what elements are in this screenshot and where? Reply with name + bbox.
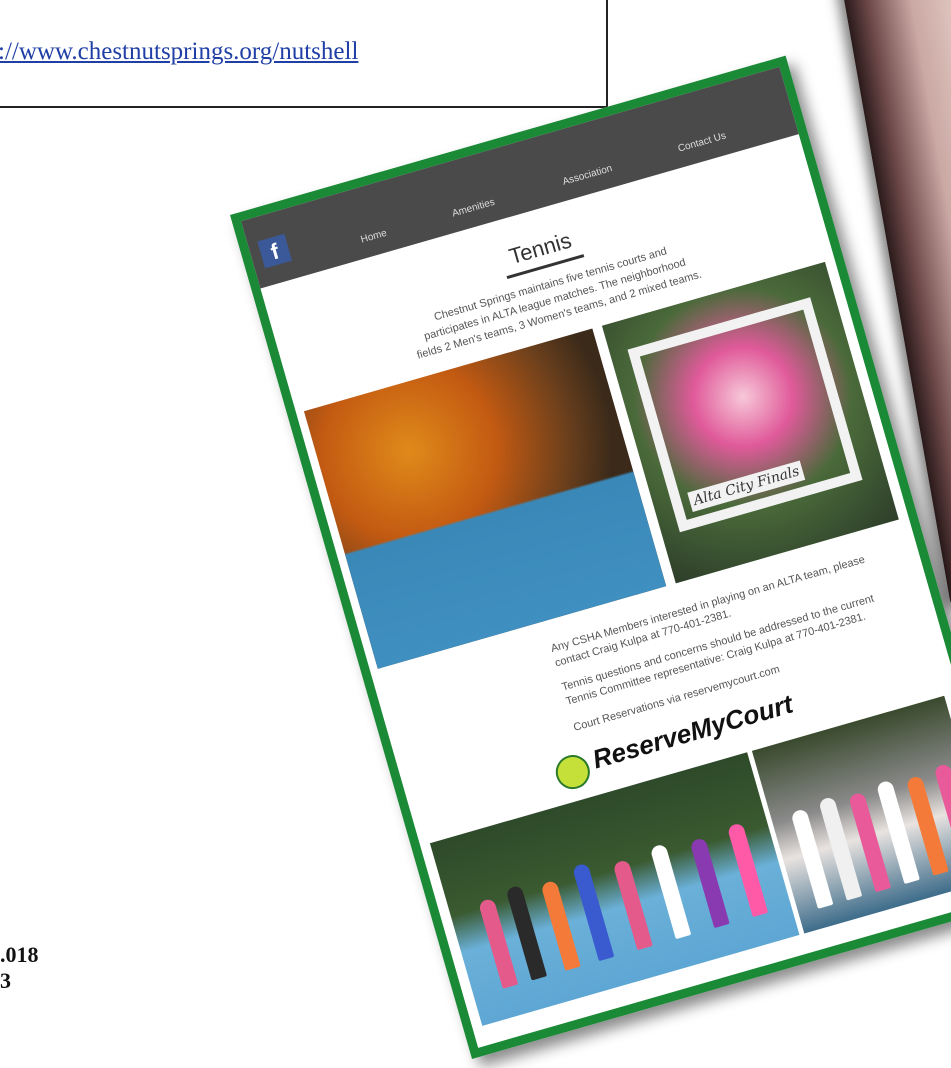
nav-item-home[interactable]: Home (360, 228, 389, 246)
person-figure (649, 843, 692, 940)
footer-line-1: .018 (0, 942, 39, 967)
sign-text: Alta City Finals (687, 460, 806, 512)
person-figure (612, 859, 653, 951)
nav-item-association[interactable]: Association (561, 163, 613, 188)
autumn-tennis-photo (303, 328, 667, 669)
tennis-ball-icon (551, 751, 594, 794)
nav-item-amenities[interactable]: Amenities (451, 197, 496, 220)
url-box: ://www.chestnutsprings.org/nutshell (0, 0, 608, 108)
footer-text: .018 3 (0, 942, 39, 994)
person-figure (540, 879, 581, 971)
facebook-icon[interactable]: f (257, 233, 292, 269)
nav-item-contact-us[interactable]: Contact Us (677, 130, 728, 154)
person-figure (571, 862, 615, 962)
photo-frame-sign: Alta City Finals (627, 297, 863, 533)
team-photo-left (429, 752, 800, 1026)
website-screenshot-card: f Home Amenities Association Contact Us … (230, 55, 951, 1059)
person-figure (726, 822, 769, 918)
footer-line-2: 3 (0, 968, 11, 993)
website-url-link[interactable]: ://www.chestnutsprings.org/nutshell (0, 38, 358, 66)
person-figure (689, 837, 730, 929)
